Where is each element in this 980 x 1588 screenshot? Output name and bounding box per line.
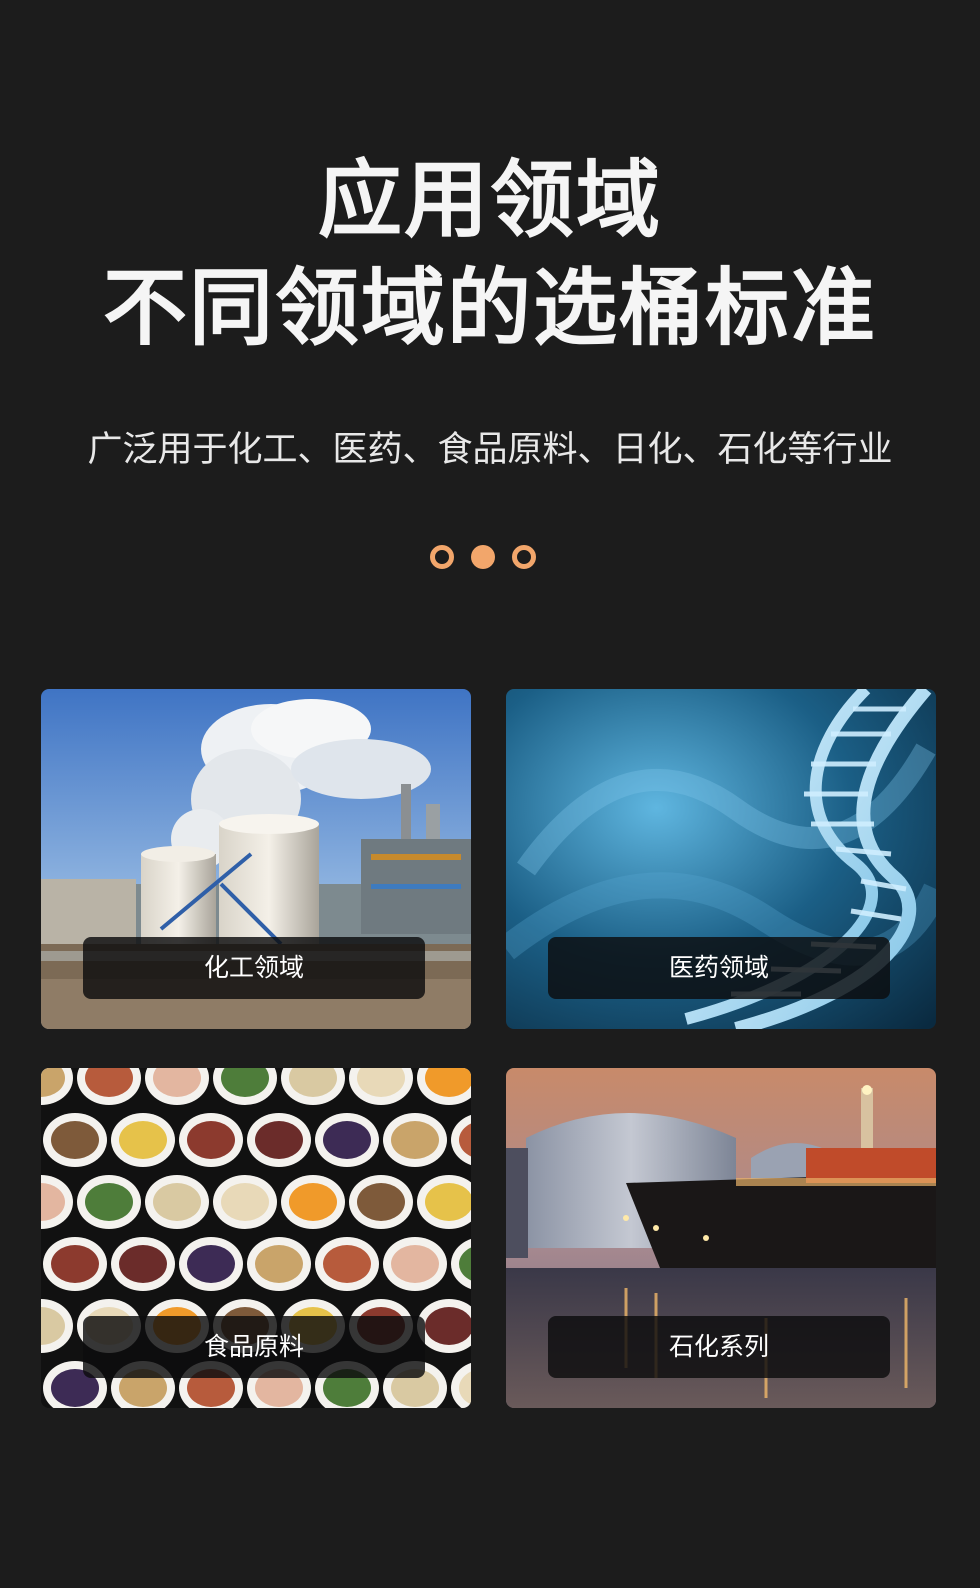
food-ingredient [425, 1183, 471, 1221]
food-ingredient [323, 1245, 371, 1283]
food-ingredient [357, 1183, 405, 1221]
card-food[interactable]: 食品原料 [41, 1068, 471, 1408]
carousel-indicator [0, 545, 980, 569]
food-ingredient [425, 1307, 471, 1345]
food-ingredient [255, 1121, 303, 1159]
carousel-dot-1[interactable] [430, 545, 454, 569]
card-chemical[interactable]: 化工领域 [41, 689, 471, 1029]
card-pharma[interactable]: 医药领域 [506, 689, 936, 1029]
page-subtitle: 广泛用于化工、医药、食品原料、日化、石化等行业 [87, 430, 893, 470]
card-petrochem[interactable]: 石化系列 [506, 1068, 936, 1408]
page-title-line-2: 不同领域的选桶标准 [102, 259, 877, 357]
food-ingredient [289, 1183, 337, 1221]
food-ingredient [187, 1245, 235, 1283]
card-label-chemical: 化工领域 [83, 937, 425, 999]
food-ingredient [255, 1245, 303, 1283]
food-ingredient [153, 1183, 201, 1221]
food-ingredient [323, 1121, 371, 1159]
carousel-dot-2-active[interactable] [471, 545, 495, 569]
food-ingredient [221, 1183, 269, 1221]
page-title-line-1: 应用领域 [317, 151, 662, 249]
carousel-dot-3[interactable] [512, 545, 536, 569]
food-ingredient [51, 1245, 99, 1283]
food-ingredient [119, 1121, 167, 1159]
card-label-food: 食品原料 [83, 1316, 425, 1378]
food-ingredient [187, 1121, 235, 1159]
card-label-pharma: 医药领域 [548, 937, 890, 999]
food-ingredient [51, 1121, 99, 1159]
card-label-petrochem: 石化系列 [548, 1316, 890, 1378]
food-ingredient [391, 1245, 439, 1283]
food-ingredient [391, 1121, 439, 1159]
food-ingredient [119, 1245, 167, 1283]
application-fields-page: 应用领域 不同领域的选桶标准 广泛用于化工、医药、食品原料、日化、石化等行业 化… [0, 0, 980, 1588]
food-ingredient [85, 1183, 133, 1221]
